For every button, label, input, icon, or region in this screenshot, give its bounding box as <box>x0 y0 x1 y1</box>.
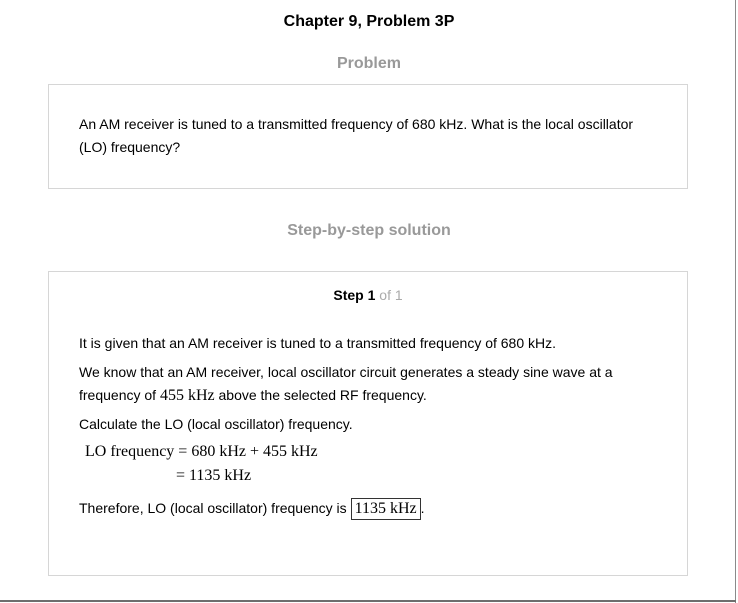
problem-text: An AM receiver is tuned to a transmitted… <box>79 116 634 155</box>
problem-box: An AM receiver is tuned to a transmitted… <box>48 84 688 189</box>
equation-line-1: LO frequency = 680 kHz + 455 kHz <box>85 443 318 460</box>
equation-line-2: = 1135 kHz <box>176 467 252 484</box>
offset-frequency: 455 kHz <box>159 387 215 404</box>
step-word: Step <box>333 287 364 303</box>
answer-box: 1135 kHz <box>350 498 421 520</box>
problem-heading: Problem <box>336 55 401 72</box>
step-indicator: Step 1 of 1 <box>49 286 687 304</box>
chapter-title: Chapter 9, Problem 3P <box>283 13 455 30</box>
knowledge-paragraph: We know that an AM receiver, local oscil… <box>79 361 659 407</box>
calculate-text: Calculate the LO (local oscillator) freq… <box>79 416 353 432</box>
conclusion-period: . <box>420 500 425 516</box>
conclusion-text: Therefore, LO (local oscillator) frequen… <box>79 500 347 516</box>
page-border-bottom <box>0 600 736 602</box>
knowledge-text-end: above the selected RF frequency. <box>218 387 427 403</box>
page-border-right <box>735 0 736 603</box>
conclusion-paragraph: Therefore, LO (local oscillator) frequen… <box>79 497 659 520</box>
step-number: 1 <box>367 287 376 303</box>
step-total: of 1 <box>379 287 403 303</box>
solution-box: Step 1 of 1 It is given that an AM recei… <box>48 271 688 576</box>
given-text: It is given that an AM receiver is tuned… <box>79 335 557 351</box>
solution-heading: Step-by-step solution <box>287 222 451 239</box>
